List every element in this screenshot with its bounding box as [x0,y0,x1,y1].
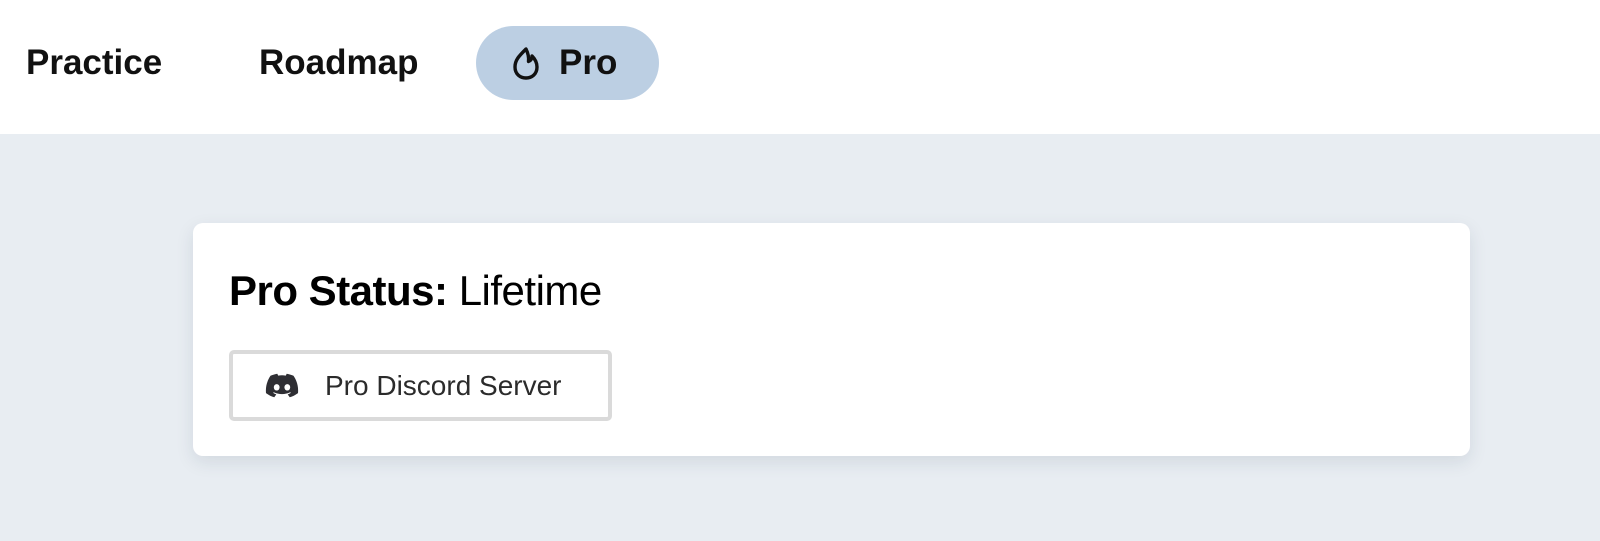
nav-pro[interactable]: Pro [476,26,659,100]
top-navigation: Practice Roadmap Pro [0,0,1600,134]
pro-status-label: Pro Status: [229,267,448,314]
nav-practice[interactable]: Practice [26,26,162,100]
nav-roadmap[interactable]: Roadmap [259,26,418,100]
pro-status-card: Pro Status: Lifetime Pro Discord Server [193,223,1470,456]
pro-status-heading: Pro Status: Lifetime [229,267,602,315]
pro-discord-server-button[interactable]: Pro Discord Server [229,350,612,421]
flame-icon [509,46,543,80]
pro-discord-server-label: Pro Discord Server [325,369,562,401]
pro-status-value: Lifetime [458,267,603,314]
nav-pro-label: Pro [559,43,618,82]
discord-icon [265,373,299,399]
main-content: Pro Status: Lifetime Pro Discord Server [0,134,1600,541]
